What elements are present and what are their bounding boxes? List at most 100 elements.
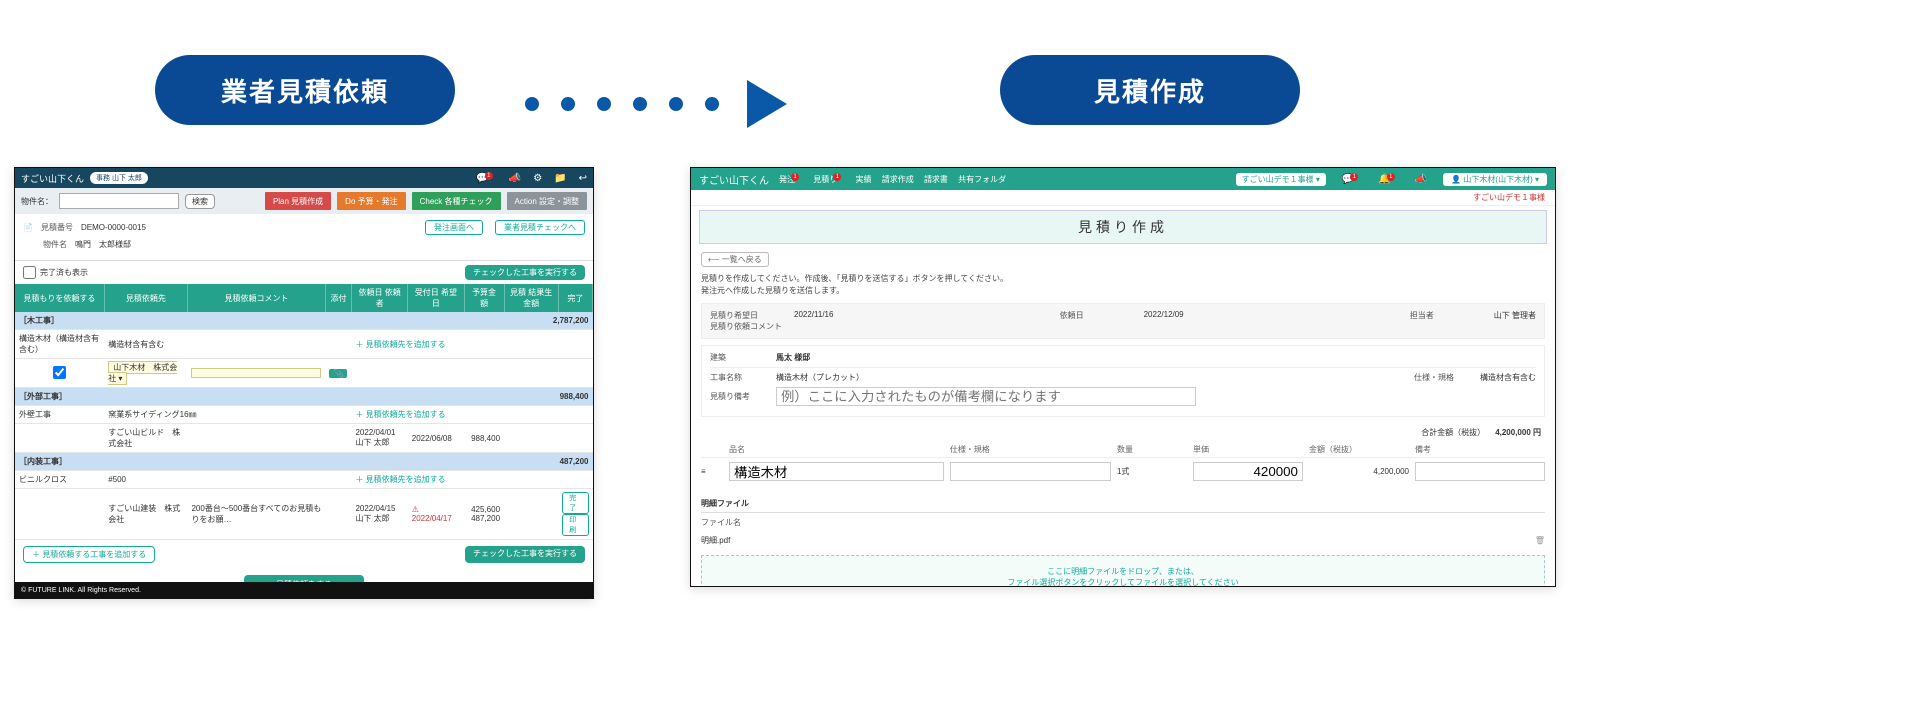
exec-checked-button-bottom[interactable]: チェックした工事を実行する <box>465 546 585 563</box>
req-date-value: 2022/12/09 <box>1144 310 1184 321</box>
tab-do[interactable]: Do 予算・発注 <box>337 192 405 210</box>
req-date-label: 依頼日 <box>1060 310 1120 321</box>
gear-icon[interactable]: ⚙ <box>533 173 542 184</box>
add-vendor-link[interactable]: ＋ 見積依頼先を追加する <box>355 340 445 349</box>
megaphone-icon[interactable]: 📣 <box>1415 174 1427 185</box>
item-unit-input[interactable] <box>1193 462 1303 481</box>
megaphone-icon[interactable]: 📣 <box>509 173 521 184</box>
trash-icon[interactable]: 🗑 <box>1535 536 1545 545</box>
file-name[interactable]: 明細.pdf <box>701 535 730 546</box>
add-work-button[interactable]: ＋ 見積依頼する工事を追加する <box>23 546 155 563</box>
row-checkbox[interactable] <box>53 366 66 379</box>
row-note: 構造材含有含む <box>104 330 351 359</box>
spec-label: 仕様・規格 <box>1414 372 1470 383</box>
budget: 425,600487,200 <box>464 489 504 540</box>
th-attach: 添付 <box>325 284 351 312</box>
chat-icon[interactable]: 💬1 <box>476 173 496 184</box>
row-name: ビニルクロス <box>15 471 104 489</box>
vendor-name: すごい山建装 株式会社 <box>104 489 187 540</box>
desired-date-value: 2022/11/16 <box>794 310 833 321</box>
item-name-input[interactable] <box>729 462 944 481</box>
attach-button[interactable]: 📎 <box>329 369 347 378</box>
due-date: ⚠ 2022/04/17 <box>408 489 464 540</box>
group-title: ［外部工事］ <box>15 388 504 406</box>
th-reqdt: 依頼日 依頼者 <box>351 284 407 312</box>
building-value: 馬太 様邸 <box>776 352 810 363</box>
total-value: 4,200,000 円 <box>1495 427 1541 438</box>
group-title: ［内装工事］ <box>15 453 504 471</box>
app-logo: すごい山下くん <box>699 172 769 187</box>
back-button[interactable]: ⟵ 一覧へ戻る <box>701 252 769 267</box>
th-vendor: 見積依頼先 <box>104 284 187 312</box>
author-value: 山下 管理者 <box>1494 310 1536 321</box>
item-spec-input[interactable] <box>950 462 1111 481</box>
vendor-name: すごい山ビルド 株式会社 <box>104 424 187 453</box>
chat-icon[interactable]: 💬1 <box>1342 174 1362 185</box>
estimate-no-label: 見積番号 <box>41 222 73 233</box>
doc-icon: 📄 <box>23 223 33 232</box>
to-order-button[interactable]: 発注画面へ <box>425 220 483 235</box>
col-name: 品名 <box>729 444 944 455</box>
col-note: 備考 <box>1415 444 1545 455</box>
request-info-box: 見積り希望日 2022/11/16 依頼日 2022/12/09 担当者 山下 … <box>701 303 1545 339</box>
print-button[interactable]: 印刷 <box>562 514 588 536</box>
exec-checked-button-top[interactable]: チェックした工事を実行する <box>465 265 585 280</box>
add-vendor-link[interactable]: ＋ 見積依頼先を追加する <box>355 410 445 419</box>
comment-input[interactable] <box>191 368 321 378</box>
item-amount: 4,200,000 <box>1309 467 1409 476</box>
th-done: 完了 <box>558 284 592 312</box>
req-comment-label: 見積り依頼コメント <box>710 321 782 332</box>
th-comment: 見積依頼コメント <box>187 284 325 312</box>
tenant-select[interactable]: すごい山デモ１事様 ▾ <box>1236 173 1326 186</box>
screenshot-estimate-create: すごい山下くん 発注1 見積り1 実績 請求作成 請求書 共有フォルダ すごい山… <box>690 167 1556 587</box>
author-label: 担当者 <box>1410 310 1470 321</box>
property-value: 鳴門 太郎様邸 <box>75 239 131 250</box>
budget: 988,400 <box>464 424 504 453</box>
nav-actual[interactable]: 実績 <box>855 175 871 184</box>
tab-plan[interactable]: Plan 見積作成 <box>265 192 331 210</box>
th-request: 見積もりを依頼する <box>15 284 104 312</box>
user-menu[interactable]: 👤 山下木材(山下木材) ▾ <box>1443 173 1547 186</box>
th-duedt: 受付日 希望日 <box>408 284 464 312</box>
flow-arrow <box>525 80 787 128</box>
add-vendor-link[interactable]: ＋ 見積依頼先を追加する <box>355 475 445 484</box>
group-amount: 487,200 <box>504 453 592 471</box>
estimate-no-value: DEMO-0000-0015 <box>81 223 146 232</box>
nav-invoice-create[interactable]: 請求作成 <box>882 175 914 184</box>
drag-handle-icon[interactable]: ≡ <box>701 467 723 476</box>
file-dropzone[interactable]: ここに明細ファイルをドロップ、または、 ファイル選択ボタンをクリックしてファイル… <box>701 555 1545 587</box>
nav-invoice[interactable]: 請求書 <box>924 175 948 184</box>
work-label: 工事名称 <box>710 372 766 383</box>
page-title: 見積り作成 <box>699 210 1547 244</box>
nav-shared[interactable]: 共有フォルダ <box>958 175 1006 184</box>
desired-date-label: 見積り希望日 <box>710 310 770 321</box>
done-button[interactable]: 完了 <box>562 492 588 514</box>
folder-icon[interactable]: 📁 <box>554 173 566 184</box>
user-chip[interactable]: 事務 山下 太郎 <box>90 172 148 184</box>
vendor-select[interactable]: 山下木材 株式会社 ▾ <box>108 361 177 385</box>
search-input[interactable] <box>59 193 179 209</box>
spec-value: 構造材含有含む <box>1480 372 1536 383</box>
line-item-row: ≡ 1式 4,200,000 <box>701 458 1545 485</box>
to-check-button[interactable]: 業者見積チェックへ <box>495 220 585 235</box>
memo-input[interactable] <box>776 387 1196 406</box>
row-note: #500 <box>104 471 351 489</box>
tenant-label: すごい山デモ１事様 <box>691 190 1555 206</box>
building-label: 建築 <box>710 352 766 363</box>
tab-action[interactable]: Action 設定・調整 <box>507 192 587 210</box>
logout-icon[interactable]: ↩ <box>579 173 587 184</box>
screenshot-vendor-request: すごい山下くん 事務 山下 太郎 💬1 📣 ⚙ 📁 ↩ 物件名： 検索 Plan… <box>14 167 594 599</box>
nav-estimate[interactable]: 見積り1 <box>813 175 845 184</box>
arrow-right-icon <box>747 80 787 128</box>
th-budget: 予算金額 <box>464 284 504 312</box>
bell-icon[interactable]: 🔔1 <box>1378 174 1398 185</box>
work-value: 構造木材（プレカット） <box>776 372 864 383</box>
item-note-input[interactable] <box>1415 462 1545 481</box>
nav-order[interactable]: 発注1 <box>779 175 803 184</box>
tab-check[interactable]: Check 各種チェック <box>412 192 501 210</box>
memo-label: 見積り備考 <box>710 391 766 402</box>
search-button[interactable]: 検索 <box>185 194 215 209</box>
flow-pill-create: 見積作成 <box>1000 55 1300 125</box>
flow-pill-request: 業者見積依頼 <box>155 55 455 125</box>
include-done-checkbox[interactable]: 完了済も表示 <box>23 266 88 279</box>
